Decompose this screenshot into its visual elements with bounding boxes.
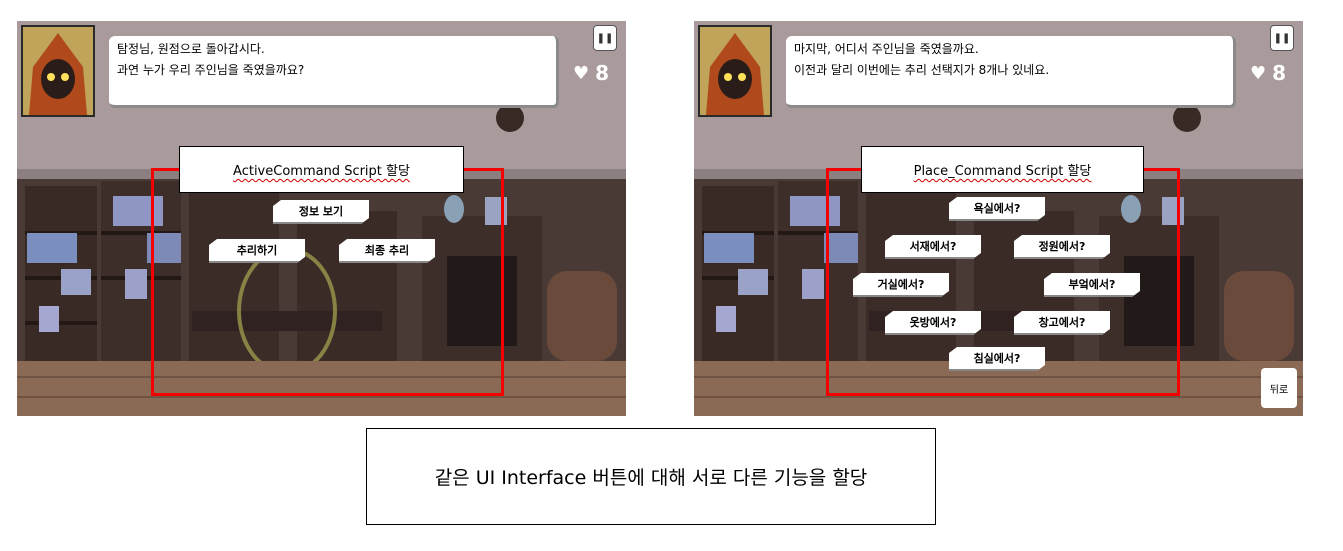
dialog-box: 마지막, 어디서 주인님을 죽였을까요. 이전과 달리 이번에는 추리 선택지가… [786,36,1236,108]
pause-icon: ❚❚ [596,32,614,44]
place-kitchen-button[interactable]: 부엌에서? [1044,273,1140,297]
heart-icon: ♥ [573,62,590,84]
dialog-line-2: 이전과 달리 이번에는 추리 선택지가 8개나 있네요. [794,63,1050,77]
final-deduction-button[interactable]: 최종 추리 [339,239,435,263]
right-game-screen: 마지막, 어디서 주인님을 죽였을까요. 이전과 달리 이번에는 추리 선택지가… [694,21,1303,416]
lives-counter: ♥ 8 [573,61,609,85]
pause-button[interactable]: ❚❚ [593,25,617,51]
place-dressing-room-button[interactable]: 옷방에서? [885,311,981,335]
place-bedroom-button[interactable]: 침실에서? [949,347,1045,371]
pause-button[interactable]: ❚❚ [1270,25,1294,51]
place-garden-button[interactable]: 정원에서? [1014,235,1110,259]
dialog-line-2: 과연 누가 우리 주인님을 죽였을까요? [117,63,305,77]
lives-value: 8 [1272,61,1287,85]
dialog-line-1: 마지막, 어디서 주인님을 죽였을까요. [794,42,979,56]
place-study-button[interactable]: 서재에서? [885,235,981,259]
place-bathroom-button[interactable]: 욕실에서? [949,197,1045,221]
place-storage-button[interactable]: 창고에서? [1014,311,1110,335]
heart-icon: ♥ [1250,62,1267,84]
back-button[interactable]: 뒤로 [1261,368,1297,408]
dialog-line-1: 탐정님, 원점으로 돌아갑시다. [117,42,265,56]
dialog-box: 탐정님, 원점으로 돌아갑시다. 과연 누가 우리 주인님을 죽였을까요? [109,36,559,108]
pause-icon: ❚❚ [1273,32,1291,44]
lives-value: 8 [595,61,610,85]
left-game-screen: 탐정님, 원점으로 돌아갑시다. 과연 누가 우리 주인님을 죽였을까요? ❚❚… [17,21,626,416]
deduce-button[interactable]: 추리하기 [209,239,305,263]
info-view-button[interactable]: 정보 보기 [273,200,369,224]
caption-text: 같은 UI Interface 버튼에 대해 서로 다른 기능을 할당 [434,467,868,489]
hooded-figure-avatar [21,25,95,117]
caption-box: 같은 UI Interface 버튼에 대해 서로 다른 기능을 할당 [366,428,936,525]
script-annotation-label: ActiveCommand Script 할당 [179,146,464,193]
lives-counter: ♥ 8 [1250,61,1286,85]
place-living-room-button[interactable]: 거실에서? [853,273,949,297]
script-annotation-text: Place_Command Script 할당 [913,164,1092,179]
script-annotation-label: Place_Command Script 할당 [861,146,1144,193]
script-annotation-text: ActiveCommand Script 할당 [233,164,410,179]
hooded-figure-avatar [698,25,772,117]
